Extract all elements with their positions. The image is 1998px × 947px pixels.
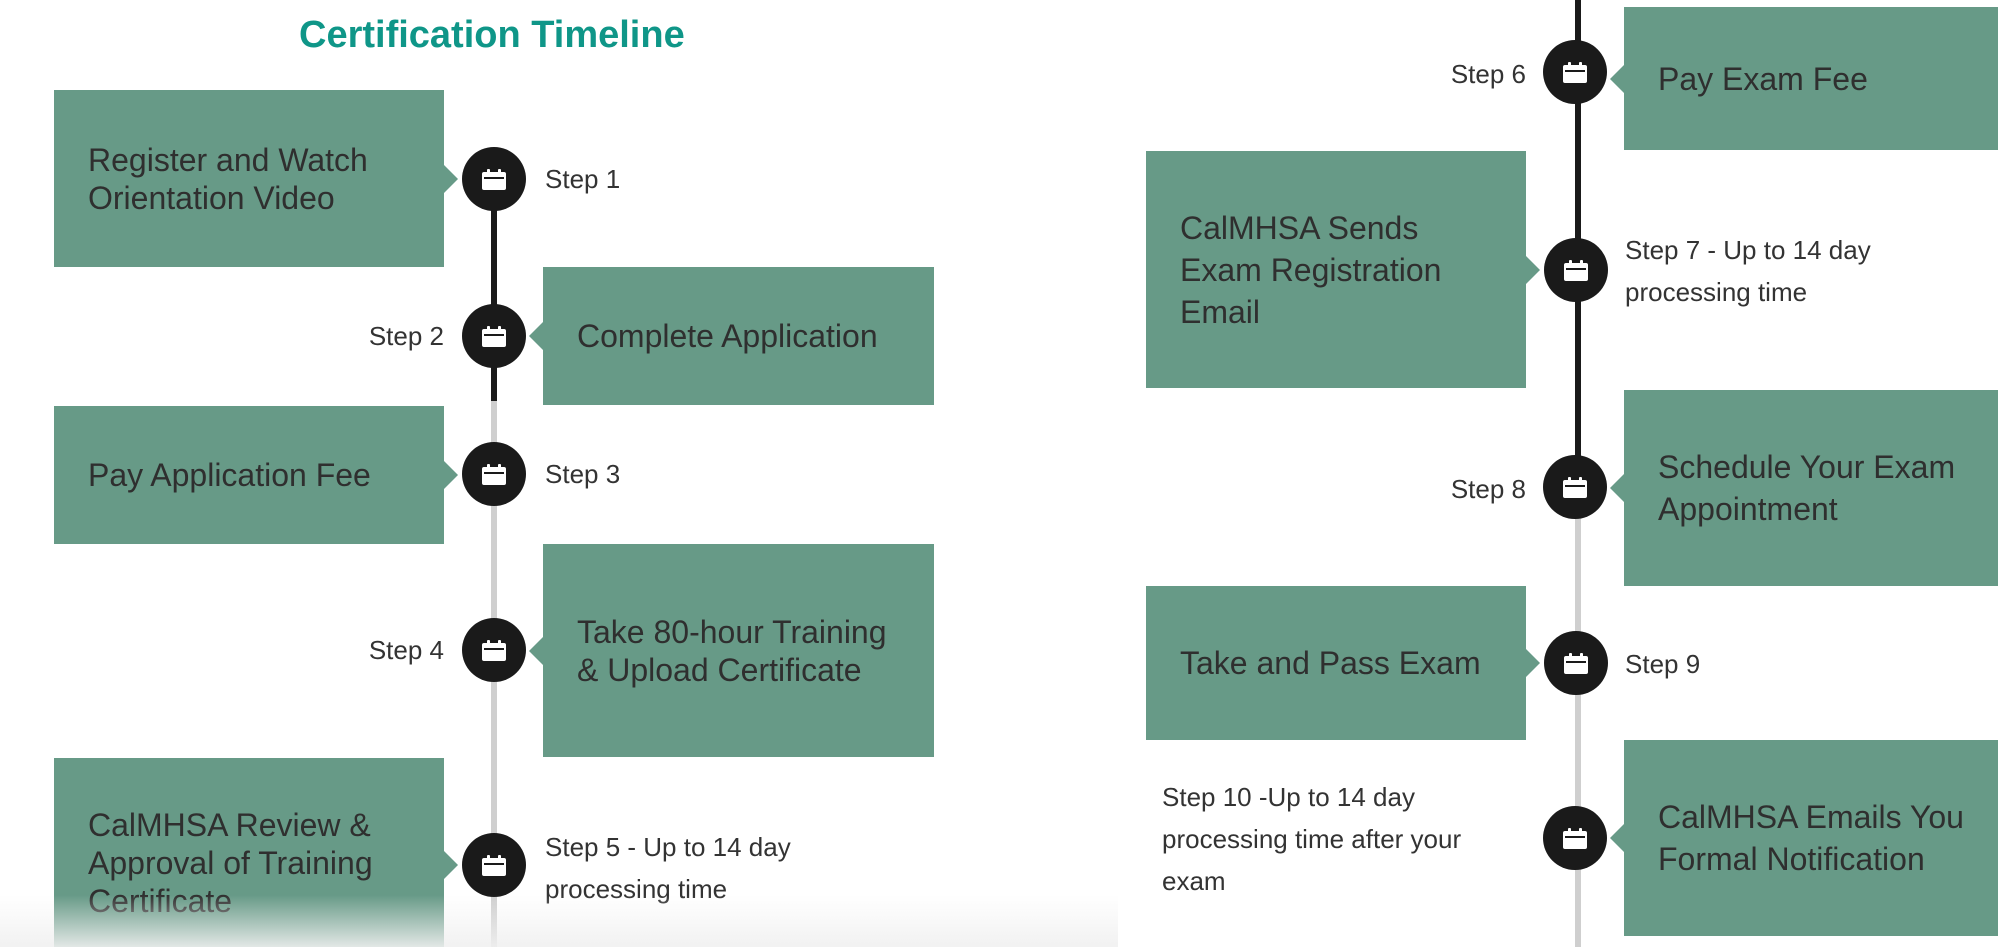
step-4-card[interactable]: Take 80-hour Training & Upload Certifica… bbox=[529, 544, 934, 757]
step-1-card[interactable]: Register and Watch Orientation Video bbox=[54, 90, 458, 267]
page-title: Certification Timeline bbox=[299, 14, 685, 56]
step-6-marker bbox=[1543, 40, 1607, 104]
card-pointer bbox=[529, 322, 543, 350]
calendar-icon bbox=[1563, 828, 1587, 849]
step-7-label: CalMHSA Sends Exam Registration Email bbox=[1180, 209, 1442, 330]
step-7-marker bbox=[1544, 238, 1608, 302]
step-5-marker bbox=[462, 833, 526, 897]
timeline-line-pending bbox=[1575, 500, 1581, 947]
calendar-icon bbox=[1563, 62, 1587, 83]
step-8-label: Schedule Your Exam Appointment bbox=[1658, 449, 1956, 527]
step-3-marker bbox=[462, 442, 526, 506]
step-6-card[interactable]: Pay Exam Fee bbox=[1610, 7, 1998, 150]
step-4-label: Take 80-hour Training & Upload Certifica… bbox=[577, 613, 887, 688]
step-10-card[interactable]: CalMHSA Emails You Formal Notification bbox=[1610, 740, 1998, 936]
card-pointer bbox=[1610, 824, 1624, 852]
calendar-icon bbox=[482, 169, 506, 190]
step-2-marker bbox=[462, 304, 526, 368]
step-9-marker bbox=[1544, 631, 1608, 695]
step-1-number: Step 1 bbox=[545, 164, 621, 194]
card-pointer bbox=[1610, 474, 1624, 502]
step-2-label: Complete Application bbox=[577, 318, 878, 354]
step-7-number: Step 7 - Up to 14 day processing time bbox=[1625, 235, 1871, 307]
timeline-panel-left[interactable]: Certification Timeline Register and Watc… bbox=[0, 0, 1118, 947]
step-5-label: CalMHSA Review & Approval of Training Ce… bbox=[88, 807, 373, 919]
card-pointer bbox=[529, 636, 543, 665]
calendar-icon bbox=[1563, 477, 1587, 498]
step-4-marker bbox=[462, 618, 526, 682]
step-8-card[interactable]: Schedule Your Exam Appointment bbox=[1610, 390, 1998, 586]
calendar-icon bbox=[1564, 653, 1588, 674]
step-10-label: CalMHSA Emails You Formal Notification bbox=[1658, 799, 1964, 877]
step-10-marker bbox=[1543, 806, 1607, 870]
calendar-icon bbox=[482, 855, 506, 876]
step-9-label: Take and Pass Exam bbox=[1180, 645, 1481, 681]
step-9-card[interactable]: Take and Pass Exam bbox=[1146, 586, 1540, 740]
step-4-number: Step 4 bbox=[368, 635, 444, 665]
calendar-icon bbox=[482, 640, 506, 661]
card-pointer bbox=[1610, 64, 1624, 93]
step-2-number: Step 2 bbox=[368, 321, 444, 351]
step-3-label: Pay Application Fee bbox=[88, 457, 371, 493]
card-pointer bbox=[444, 851, 458, 879]
calendar-icon bbox=[482, 464, 506, 485]
step-5-card[interactable]: CalMHSA Review & Approval of Training Ce… bbox=[54, 758, 458, 947]
card-pointer bbox=[1526, 255, 1540, 284]
step-3-card[interactable]: Pay Application Fee bbox=[54, 406, 458, 544]
step-6-label: Pay Exam Fee bbox=[1658, 60, 1868, 97]
step-1-marker bbox=[462, 147, 526, 211]
card-pointer bbox=[1526, 649, 1540, 677]
step-6-number: Step 6 bbox=[1450, 59, 1526, 89]
step-8-number: Step 8 bbox=[1450, 474, 1526, 504]
step-5-number: Step 5 - Up to 14 day processing time bbox=[545, 832, 791, 904]
step-8-marker bbox=[1543, 455, 1607, 519]
step-3-number: Step 3 bbox=[545, 459, 621, 489]
step-2-card[interactable]: Complete Application bbox=[529, 267, 934, 405]
step-1-label: Register and Watch Orientation Video bbox=[88, 141, 368, 216]
timeline-panel-right[interactable]: Pay Exam Fee Step 6 CalMHSA Sends Exam R… bbox=[1118, 0, 1998, 947]
step-10-number: Step 10 -Up to 14 day processing time af… bbox=[1162, 782, 1462, 896]
card-pointer bbox=[444, 164, 458, 193]
calendar-icon bbox=[1564, 260, 1588, 281]
card-pointer bbox=[444, 461, 458, 489]
step-7-card[interactable]: CalMHSA Sends Exam Registration Email bbox=[1146, 151, 1540, 388]
calendar-icon bbox=[482, 326, 506, 347]
step-9-number: Step 9 bbox=[1625, 649, 1701, 679]
